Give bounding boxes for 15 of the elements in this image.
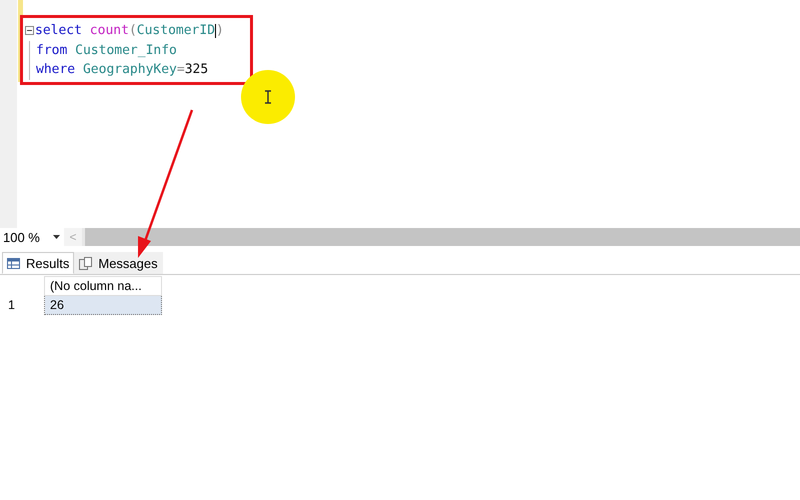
zoom-dropdown[interactable]: 100 % (0, 228, 64, 246)
code-line: where GeographyKey=325 (36, 62, 208, 78)
horizontal-scrollbar[interactable] (85, 228, 800, 246)
code-line: select count(CustomerID) (35, 23, 224, 38)
table-cell[interactable]: 26 (44, 296, 162, 314)
row-number: 1 (0, 296, 44, 314)
pages-icon (79, 256, 92, 270)
text-cursor-icon (263, 90, 273, 104)
collapse-icon[interactable] (25, 26, 34, 36)
result-tab[interactable]: Results (2, 252, 74, 274)
dropdown-arrow-icon (53, 235, 60, 239)
result-tab[interactable]: Messages (74, 252, 163, 274)
column-header[interactable]: (No column na... (44, 276, 162, 296)
grid-icon (7, 258, 20, 268)
code-line: from Customer_Info (36, 42, 177, 58)
